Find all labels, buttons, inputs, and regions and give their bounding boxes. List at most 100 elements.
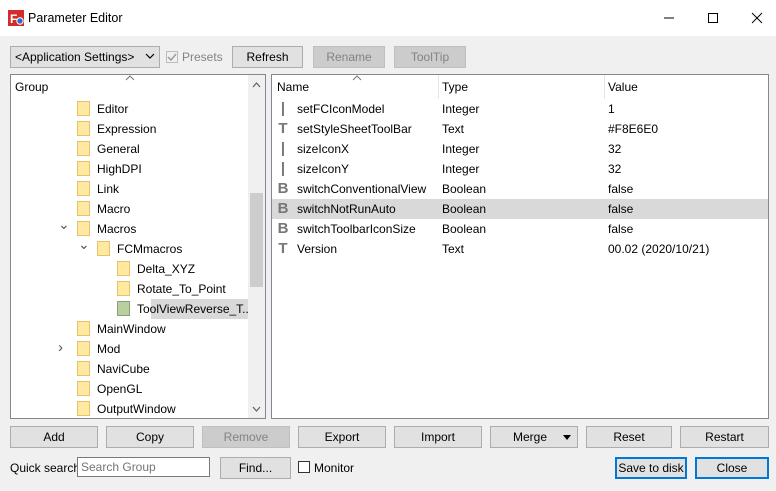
folder-icon: [77, 341, 90, 356]
tree-item[interactable]: OutputWindow: [11, 399, 249, 418]
tree-item[interactable]: › Mod: [11, 339, 249, 359]
cell-name: sizeIconX: [297, 142, 350, 156]
tree-item-label: Macro: [97, 202, 131, 216]
find-button[interactable]: Find...: [220, 457, 291, 479]
cell-name: switchConventionalView: [297, 182, 427, 196]
merge-button[interactable]: Merge: [490, 426, 578, 448]
restart-button[interactable]: Restart: [680, 426, 769, 448]
reset-button[interactable]: Reset: [586, 426, 672, 448]
close-button[interactable]: Close: [695, 457, 769, 479]
settings-combo[interactable]: <Application Settings>: [10, 46, 160, 68]
column-divider[interactable]: [604, 75, 605, 99]
tree-item-label: Mod: [97, 342, 121, 356]
cell-name: Version: [297, 242, 338, 256]
folder-icon: [117, 261, 130, 276]
maximize-button[interactable]: [690, 0, 736, 36]
chevron-down-icon[interactable]: ⌄: [58, 214, 70, 234]
type-column-header[interactable]: Type: [442, 75, 602, 99]
table-row[interactable]: BswitchToolbarIconSize Boolean false: [272, 219, 768, 239]
chevron-down-icon: [145, 53, 155, 59]
settings-combo-label: <Application Settings>: [15, 50, 135, 64]
integer-icon: |: [280, 140, 286, 157]
table-row[interactable]: | setFCIconModel Integer 1: [272, 99, 768, 119]
save-to-disk-button[interactable]: Save to disk: [615, 457, 687, 479]
tree-item[interactable]: General: [11, 139, 249, 159]
tree-item[interactable]: ⌄ FCMmacros: [11, 236, 249, 259]
cell-value: false: [608, 222, 634, 236]
add-button[interactable]: Add: [10, 426, 98, 448]
close-icon: [751, 12, 763, 24]
sort-up-icon: [125, 75, 135, 81]
column-divider[interactable]: [438, 75, 439, 99]
rename-button[interactable]: Rename: [313, 46, 385, 68]
tree-item-label: Editor: [97, 102, 129, 116]
tree-item[interactable]: Link: [11, 179, 249, 199]
tree-item-label: Link: [97, 182, 120, 196]
monitor-checkbox[interactable]: [298, 461, 310, 473]
tooltip-button[interactable]: ToolTip: [394, 46, 466, 68]
copy-button[interactable]: Copy: [106, 426, 194, 448]
tree-item[interactable]: NaviCube: [11, 359, 249, 379]
sort-up-icon: [352, 75, 362, 81]
tree-item-label: ToolViewReverse_T...: [137, 302, 253, 316]
cell-value: 32: [608, 142, 622, 156]
search-group-input[interactable]: [77, 457, 210, 477]
dropdown-arrow-icon: [563, 435, 571, 440]
merge-label: Merge: [513, 430, 548, 444]
folder-icon: [77, 321, 90, 336]
boolean-icon: B: [277, 220, 289, 237]
boolean-icon: B: [277, 180, 289, 197]
table-row[interactable]: | sizeIconX Integer 32: [272, 139, 768, 159]
tree-item[interactable]: HighDPI: [11, 159, 249, 179]
cell-type: Text: [442, 122, 465, 136]
tree-item[interactable]: ToolViewReverse_T...: [11, 299, 253, 319]
export-button[interactable]: Export: [298, 426, 386, 448]
table-row[interactable]: BswitchConventionalView Boolean false: [272, 179, 768, 199]
folder-icon: [77, 121, 90, 136]
value-column-header[interactable]: Value: [608, 75, 768, 99]
minimize-button[interactable]: [646, 0, 692, 36]
tree-scroll-thumb[interactable]: [250, 193, 263, 287]
tree-item[interactable]: ⌄ Macros: [11, 216, 249, 239]
tree-item-label: Delta_XYZ: [137, 262, 196, 276]
folder-icon: [77, 141, 90, 156]
tree-item-label: General: [97, 142, 140, 156]
cell-type: Text: [442, 242, 465, 256]
refresh-button[interactable]: Refresh: [232, 46, 303, 68]
parameter-table[interactable]: Name Type Value | setFCIconModel Integer 1 T…: [271, 74, 769, 419]
cell-value: 00.02 (2020/10/21): [608, 242, 710, 256]
tree-item[interactable]: OpenGL: [11, 379, 249, 399]
table-row[interactable]: | sizeIconY Integer 32: [272, 159, 768, 179]
remove-button[interactable]: Remove: [202, 426, 290, 448]
close-window-button[interactable]: [734, 0, 776, 36]
scroll-up-icon[interactable]: [252, 82, 261, 88]
tree-item[interactable]: Macro: [11, 199, 249, 219]
presets-checkbox-box[interactable]: [166, 51, 178, 63]
tree-item[interactable]: Delta_XYZ: [11, 259, 249, 279]
checkmark-icon: [167, 53, 177, 62]
scroll-down-icon[interactable]: [252, 406, 261, 412]
group-tree[interactable]: Group Editor Expression General HighDPI Link…: [10, 74, 266, 419]
presets-checkbox[interactable]: [166, 51, 178, 63]
import-button[interactable]: Import: [394, 426, 482, 448]
minimize-icon: [664, 17, 674, 19]
window-title: Parameter Editor: [28, 11, 123, 25]
cell-name: sizeIconY: [297, 162, 350, 176]
table-row[interactable]: T Version Text 00.02 (2020/10/21): [272, 239, 768, 259]
table-row[interactable]: TsetStyleSheetToolBar Text #F8E6E0: [272, 119, 768, 139]
integer-icon: |: [280, 160, 286, 177]
tree-item[interactable]: Editor: [11, 99, 249, 119]
folder-icon: [77, 201, 90, 216]
svg-text:F: F: [10, 12, 17, 26]
cell-type: Integer: [442, 162, 480, 176]
tree-item-label: HighDPI: [97, 162, 142, 176]
tree-item[interactable]: Expression: [11, 119, 249, 139]
tree-item[interactable]: MainWindow: [11, 319, 249, 339]
tree-scrollbar[interactable]: [248, 75, 265, 418]
chevron-down-icon[interactable]: ⌄: [78, 234, 90, 254]
cell-type: Boolean: [442, 182, 487, 196]
boolean-icon: B: [277, 200, 289, 217]
table-row[interactable]: BswitchNotRunAuto Boolean false: [272, 199, 768, 219]
tree-item[interactable]: Rotate_To_Point: [11, 279, 249, 299]
chevron-right-icon[interactable]: ›: [58, 338, 63, 358]
